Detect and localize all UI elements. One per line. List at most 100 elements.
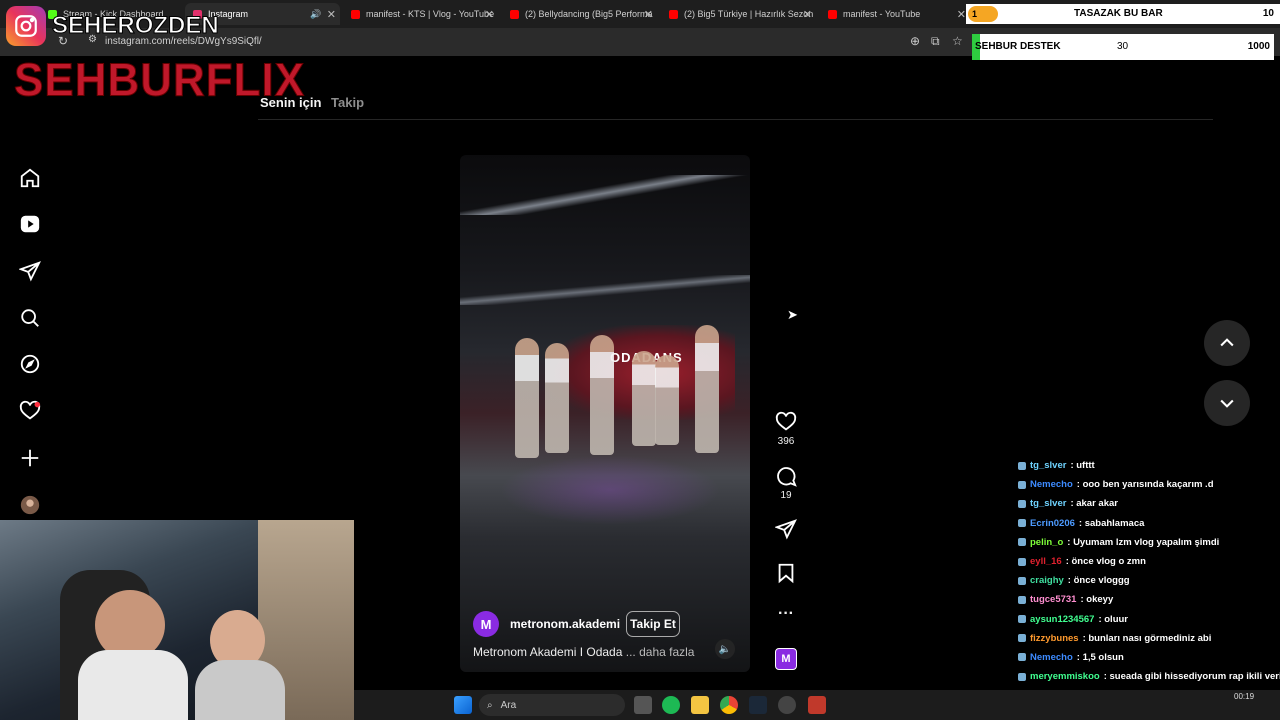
chevron-up-icon xyxy=(1220,338,1234,347)
chat-text: : oluur xyxy=(1098,613,1129,625)
close-icon[interactable]: ✕ xyxy=(803,8,812,21)
like-heart-icon[interactable] xyxy=(775,411,797,433)
chrome-icon[interactable] xyxy=(720,696,738,714)
clock-time[interactable]: 00:19 xyxy=(1234,692,1254,701)
chat-badge-icon xyxy=(1018,480,1026,489)
reels-icon[interactable] xyxy=(18,212,42,236)
audio-thumbnail[interactable]: M xyxy=(775,648,797,670)
youtube-favicon-icon xyxy=(669,9,678,19)
person-body xyxy=(78,650,188,720)
chat-message: craighy: önce vloggg xyxy=(1018,571,1280,590)
chat-username: craighy xyxy=(1030,575,1064,587)
speaker-icon[interactable]: 🔊 xyxy=(310,9,321,20)
instagram-logo-icon xyxy=(6,6,46,46)
more-options-icon[interactable]: ··· xyxy=(772,605,800,623)
search-icon[interactable] xyxy=(18,306,42,330)
chat-text: : bunları nası görmediniz abi xyxy=(1082,632,1212,644)
comment-icon[interactable] xyxy=(775,465,797,487)
install-app-icon[interactable]: ⧉ xyxy=(931,34,940,49)
bookmark-icon[interactable] xyxy=(775,562,797,584)
bar-widget: 1 TASAZAK BU BAR 10 xyxy=(966,4,1280,24)
profile-avatar[interactable] xyxy=(18,493,42,517)
channel-logo: SEHBURFLIX xyxy=(13,54,306,107)
chat-badge-icon xyxy=(1018,519,1026,528)
taskbar-search[interactable]: ⌕ Ara xyxy=(479,694,625,716)
next-reel-button[interactable] xyxy=(1204,380,1250,426)
tab-following[interactable]: Takip xyxy=(331,95,364,110)
zoom-icon[interactable]: ⊕ xyxy=(910,34,920,48)
windows-taskbar: ⌕ Ara 00:19 xyxy=(354,690,1280,720)
floor-reflection xyxy=(500,455,720,525)
goal-target: 1000 xyxy=(1247,41,1270,52)
chat-text: : akar akar xyxy=(1070,498,1118,510)
chat-message: fizzybunes: bunları nası görmediniz abi xyxy=(1018,629,1280,648)
chat-message: aysun1234567: oluur xyxy=(1018,610,1280,629)
comment-action[interactable]: 19 xyxy=(772,465,800,501)
chat-message: Ecrin0206: sabahlamaca xyxy=(1018,514,1280,533)
app-icon[interactable] xyxy=(778,696,796,714)
account-avatar[interactable]: M xyxy=(473,611,499,637)
close-icon[interactable]: ✕ xyxy=(327,8,336,21)
tab-youtube-vlog[interactable]: manifest - KTS | Vlog - YouTube ✕ xyxy=(343,3,498,25)
feed-divider xyxy=(258,119,1213,120)
sound-toggle-icon[interactable]: 🔈 xyxy=(715,639,735,659)
file-explorer-icon[interactable] xyxy=(691,696,709,714)
more-link[interactable]: ... daha fazla xyxy=(626,645,695,659)
chat-username: pelin_o xyxy=(1030,536,1064,548)
task-view-icon[interactable] xyxy=(634,696,652,714)
create-plus-icon[interactable] xyxy=(18,446,42,470)
steam-icon[interactable] xyxy=(749,696,767,714)
chat-message: Nemecho: ooo ben yarısında kaçarım .d xyxy=(1018,475,1280,494)
chat-badge-icon xyxy=(1018,557,1026,566)
support-goal-widget: SEHBUR DESTEK 30 1000 xyxy=(972,34,1274,60)
dancer xyxy=(655,355,679,445)
reel-caption: Metronom Akademi I Odada xyxy=(473,645,623,659)
chat-message: meryemmiskoo: sueada gibi hissediyorum r… xyxy=(1018,667,1280,686)
account-username[interactable]: metronom.akademi xyxy=(510,617,620,631)
chat-badge-icon xyxy=(1018,672,1026,681)
app-icon[interactable] xyxy=(808,696,826,714)
chat-badge-icon xyxy=(1018,595,1026,604)
home-icon[interactable] xyxy=(18,166,42,190)
messages-icon[interactable] xyxy=(18,259,42,283)
chat-message: eyll_16: önce vlog o zmn xyxy=(1018,552,1280,571)
tab-youtube-manifest[interactable]: manifest - YouTube ✕ xyxy=(820,3,970,25)
tab-youtube-big5[interactable]: (2) Big5 Türkiye | Hazırlık Sezon ✕ xyxy=(661,3,816,25)
goal-current: 30 xyxy=(1117,41,1129,52)
chat-message: tg_slver: ufttt xyxy=(1018,456,1280,475)
close-icon[interactable]: ✕ xyxy=(644,8,653,21)
share-icon[interactable] xyxy=(774,518,797,540)
dancer xyxy=(545,343,569,453)
chat-username: eyll_16 xyxy=(1030,556,1062,568)
close-icon[interactable]: ✕ xyxy=(485,8,494,21)
windows-start-icon[interactable] xyxy=(454,696,472,714)
youtube-favicon-icon xyxy=(351,9,360,19)
bar-count: 10 xyxy=(1262,8,1274,19)
like-action[interactable]: 396 xyxy=(772,411,800,447)
spotify-icon[interactable] xyxy=(662,696,680,714)
streamer-name: SEHEROZDEN xyxy=(52,12,220,40)
reel-video[interactable]: ODADANS M metronom.akademi Takip Et Metr… xyxy=(460,155,750,672)
dancer xyxy=(515,338,539,458)
tab-youtube-bellydancing[interactable]: (2) Bellydancing (Big5 Performa ✕ xyxy=(502,3,657,25)
previous-reel-button[interactable] xyxy=(1204,320,1250,366)
follow-button[interactable]: Takip Et xyxy=(626,611,680,637)
cursor-icon: ➤ xyxy=(787,307,798,322)
notifications-heart-icon[interactable] xyxy=(18,399,42,423)
chat-text: : sueada gibi hissediyorum rap ikili ver… xyxy=(1103,671,1280,683)
save-action[interactable] xyxy=(772,562,800,587)
chat-badge-icon xyxy=(1018,615,1026,624)
share-action[interactable] xyxy=(772,518,800,543)
dancer xyxy=(632,351,656,446)
taskbar-search-placeholder: Ara xyxy=(500,699,517,711)
chat-badge-icon xyxy=(1018,634,1026,643)
comment-count: 19 xyxy=(780,490,792,501)
chevron-down-icon xyxy=(1220,399,1234,408)
explore-compass-icon[interactable] xyxy=(18,352,42,376)
chat-message: tg_slver: akar akar xyxy=(1018,494,1280,513)
dancer xyxy=(695,325,719,453)
close-icon[interactable]: ✕ xyxy=(957,8,966,21)
dancer xyxy=(590,335,614,455)
chat-text: : sabahlamaca xyxy=(1078,517,1145,529)
bookmark-star-icon[interactable]: ☆ xyxy=(952,34,963,48)
